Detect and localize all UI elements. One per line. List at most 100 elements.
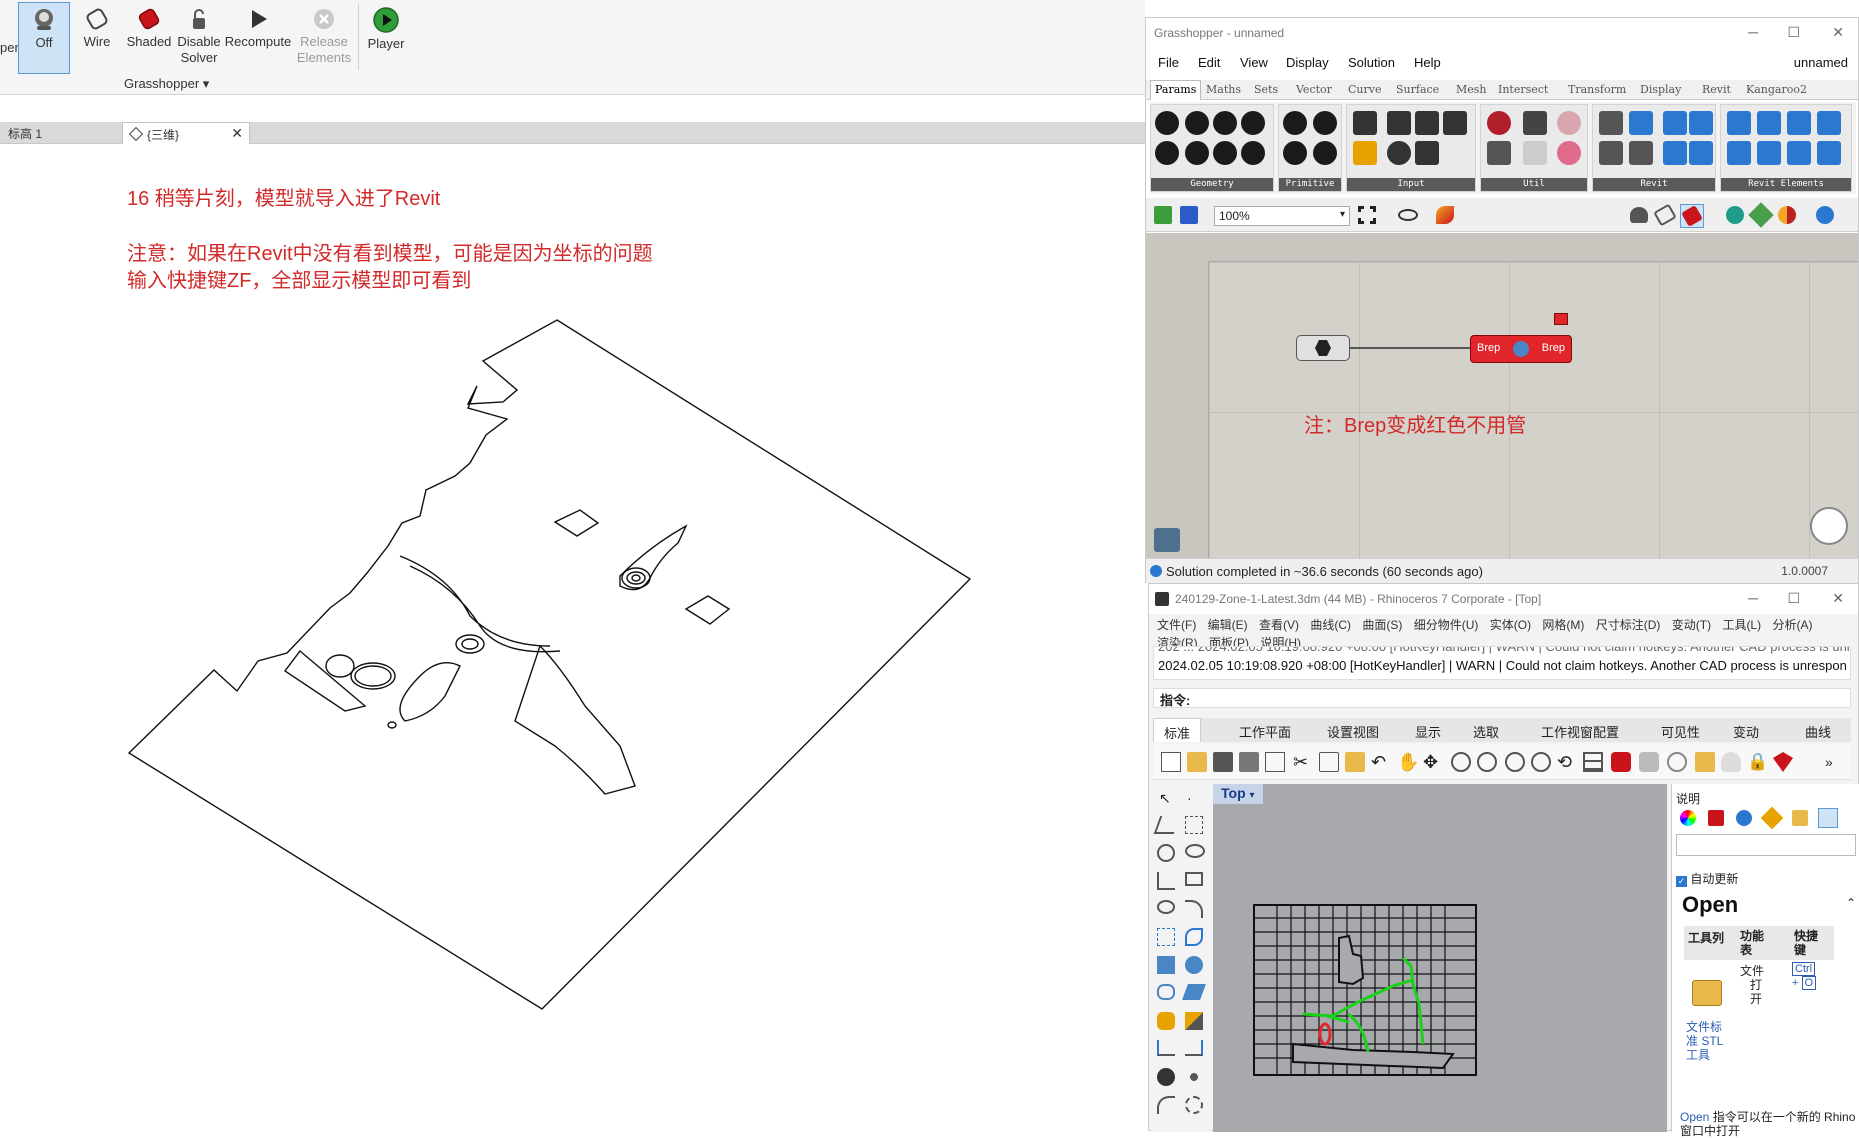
jitter-icon[interactable] (1557, 111, 1581, 135)
zoom-window-icon[interactable] (1477, 752, 1497, 772)
revit-icon[interactable] (1629, 111, 1653, 135)
tab-params[interactable]: Params (1150, 80, 1202, 100)
preview-shaded-button[interactable] (1680, 204, 1704, 228)
revit-icon[interactable] (1599, 141, 1623, 165)
slider-icon[interactable] (1415, 111, 1439, 135)
menu-view[interactable]: View (1240, 55, 1268, 70)
list-icon[interactable] (1415, 141, 1439, 165)
menu-transform[interactable]: 变动(T) (1672, 618, 1711, 632)
tab-curve[interactable]: 曲线 (1805, 722, 1831, 741)
tab-curve[interactable]: Curve (1348, 83, 1381, 96)
tab-display[interactable]: 显示 (1415, 722, 1441, 741)
tab-select[interactable]: 选取 (1473, 722, 1499, 741)
revit-element-icon[interactable] (1757, 111, 1781, 135)
pan-hand-icon[interactable]: ✋ (1397, 752, 1419, 772)
minimize-icon[interactable]: ─ (1748, 590, 1758, 606)
tab-sets[interactable]: Sets (1254, 83, 1278, 96)
ellipse-icon[interactable] (1185, 844, 1205, 858)
help-search-input[interactable] (1676, 834, 1856, 856)
menu-subd[interactable]: 细分物件(U) (1414, 618, 1479, 632)
param-icon[interactable] (1185, 111, 1209, 135)
menu-mesh[interactable]: 网格(M) (1542, 618, 1584, 632)
zoom-selected-icon[interactable] (1531, 752, 1551, 772)
tab-visibility[interactable]: 可见性 (1661, 722, 1700, 741)
point-icon[interactable] (1667, 752, 1687, 772)
move-icon[interactable]: ✥ (1423, 752, 1443, 772)
four-view-icon[interactable] (1583, 752, 1603, 772)
import-icon[interactable] (1265, 752, 1285, 772)
close-icon[interactable]: ✕ (1832, 590, 1844, 607)
tab-vector[interactable]: Vector (1296, 83, 1332, 96)
tab-level-1[interactable]: 标高 1 (0, 122, 120, 144)
lock-icon[interactable]: 🔒 (1747, 752, 1768, 772)
revit-icon[interactable] (1689, 111, 1713, 135)
rotate-view-icon[interactable]: ⟲ (1557, 752, 1577, 772)
menu-edit[interactable]: 编辑(E) (1208, 618, 1248, 632)
sketch-icon[interactable] (1436, 206, 1454, 224)
tab-viewport-layout[interactable]: 工作视窗配置 (1541, 722, 1619, 741)
menu-view[interactable]: 查看(V) (1259, 618, 1299, 632)
revit-icon[interactable] (1663, 111, 1687, 135)
bake-icon[interactable] (1726, 206, 1744, 224)
param-icon[interactable] (1155, 111, 1179, 135)
tab-mesh[interactable]: Mesh (1456, 83, 1487, 96)
cylinder-icon[interactable] (1157, 984, 1175, 1000)
menu-display[interactable]: Display (1286, 55, 1329, 70)
minimize-icon[interactable]: ─ (1748, 24, 1758, 40)
material-icon[interactable] (1773, 752, 1793, 772)
preview-wire-icon[interactable] (1653, 203, 1677, 227)
disable-solver-button[interactable]: Disable Solver (174, 2, 224, 74)
off-button[interactable]: Off (18, 2, 70, 74)
menu-solid[interactable]: 实体(O) (1490, 618, 1531, 632)
menu-file[interactable]: File (1158, 55, 1179, 70)
top-viewport[interactable]: Top ▾ (1213, 784, 1667, 1132)
car-wire-icon[interactable] (1639, 752, 1659, 772)
tab-standard[interactable]: 标准 (1153, 718, 1202, 742)
param-icon[interactable] (1283, 141, 1307, 165)
loft-icon[interactable] (1185, 928, 1203, 946)
open-file-icon[interactable] (1154, 206, 1172, 224)
explode-icon[interactable] (1157, 1012, 1175, 1030)
revit-element-icon[interactable] (1757, 141, 1781, 165)
zoom-extents-icon[interactable] (1505, 752, 1525, 772)
revit-element-icon[interactable] (1727, 111, 1751, 135)
circle-icon[interactable] (1157, 844, 1175, 862)
tab-kangaroo2[interactable]: Kangaroo2 (1746, 83, 1807, 96)
print-icon[interactable] (1239, 752, 1259, 772)
menu-tools[interactable]: 工具(L) (1722, 618, 1761, 632)
more-icon[interactable]: » (1825, 752, 1845, 772)
rotate-icon[interactable] (1185, 1096, 1203, 1114)
param-icon[interactable] (1213, 111, 1237, 135)
collapse-icon[interactable]: ⌃ (1846, 896, 1856, 910)
revit-element-icon[interactable] (1817, 141, 1841, 165)
help-tab-icon[interactable] (1818, 808, 1838, 828)
tab-surface[interactable]: Surface (1396, 83, 1439, 96)
boolean-icon[interactable] (1157, 1068, 1175, 1086)
material-icon[interactable] (1708, 810, 1724, 826)
maximize-icon[interactable]: ☐ (1787, 24, 1800, 41)
color-wheel-icon[interactable] (1680, 810, 1696, 826)
arrow-icon[interactable] (1523, 111, 1547, 135)
brep-component-node[interactable]: Brep Brep (1470, 335, 1572, 363)
eye-icon[interactable] (1398, 209, 1418, 221)
sphere-icon[interactable] (1185, 956, 1203, 974)
car-render-icon[interactable] (1611, 752, 1631, 772)
brep-param-node[interactable] (1296, 335, 1350, 361)
param-icon[interactable] (1313, 111, 1337, 135)
menu-help[interactable]: Help (1414, 55, 1441, 70)
revit-icon[interactable] (1689, 141, 1713, 165)
param-icon[interactable] (1213, 141, 1237, 165)
curve-control-icon[interactable] (1185, 816, 1203, 834)
select-arrow-icon[interactable]: ↖ (1159, 790, 1171, 807)
tab-transform[interactable]: 变动 (1733, 722, 1759, 741)
param-icon[interactable] (1313, 141, 1337, 165)
ribbon-group-label[interactable]: Grasshopper ▾ (124, 76, 209, 92)
navigation-dial[interactable] (1810, 507, 1848, 545)
revit-element-icon[interactable] (1817, 111, 1841, 135)
wire-button[interactable]: Wire (72, 2, 122, 74)
undo-icon[interactable]: ↶ (1371, 752, 1391, 772)
layer-icon[interactable] (1695, 752, 1715, 772)
maximize-icon[interactable]: ☐ (1787, 590, 1800, 607)
flask-icon[interactable] (1557, 141, 1581, 165)
selection-icon[interactable] (1358, 206, 1376, 224)
